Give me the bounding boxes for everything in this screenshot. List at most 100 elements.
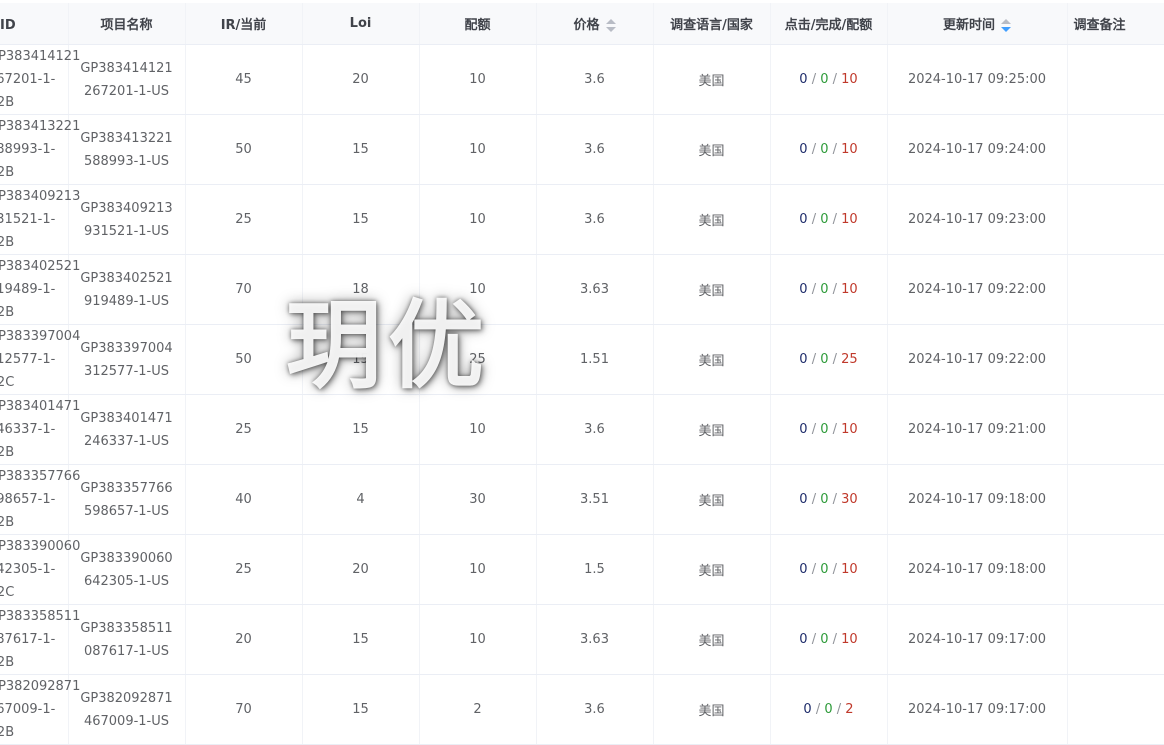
column-header-notes: 调查备注 [1067,3,1164,45]
stat-completed: 0 [820,352,829,367]
header-label-stats: 点击/完成/配额 [784,18,873,33]
column-header-name: 项目名称 [68,3,186,45]
project-id-line2: 267201-1-B2B [0,72,56,110]
cell-loi: 15 [302,394,420,465]
cell-notes [1067,534,1164,605]
cell-project-id: GP383357766 598657-1-B2B [0,464,80,535]
table-row[interactable]: GP383402521 919489-1-B2B GP383402521 91948… [0,254,1164,325]
project-id-line1: GP383390060 [0,539,81,554]
table-row[interactable]: GP383414121 267201-1-B2B GP383414121 26720… [0,44,1164,115]
cell-notes [1067,324,1164,395]
cell-notes [1067,114,1164,185]
table-row[interactable]: GP382092871 467009-1-B2B GP382092871 46700… [0,674,1164,745]
cell-country: 美国 [653,394,771,465]
cell-project-name: GP383409213 931521-1-US [68,184,186,255]
cell-project-id: GP383409213 931521-1-B2B [0,184,81,255]
cell-updated: 2024-10-17 09:17:00 [887,674,1068,745]
table-row[interactable]: GP383357766 598657-1-B2B GP383357766 59865… [0,464,1164,535]
cell-loi: 20 [302,534,420,605]
cell-stats: 0 / 0 / 10 [770,184,888,255]
project-id-line2: 588993-1-B2B [0,142,56,180]
cell-stats: 0 / 0 / 10 [770,44,888,115]
column-header-price[interactable]: 价格 [536,3,654,45]
cell-project-name: GP383358511 087617-1-US [68,604,186,675]
header-row: 项目ID 项目名称 IR/当前 Loi 配额 价格 调查语言/国家 点击/完成/… [0,3,1164,45]
project-name-line2: 588993-1-US [83,153,170,169]
cell-notes [1067,464,1164,535]
stat-quota: 10 [841,72,858,87]
cell-price: 3.63 [536,254,654,325]
stat-completed: 0 [824,702,833,717]
sort-caret-icon[interactable] [1001,18,1011,33]
cell-ir: 25 [185,394,303,465]
project-id-line2: 931521-1-B2B [0,212,56,250]
table-row[interactable]: GP383358511 087617-1-B2B GP383358511 08761… [0,604,1164,675]
cell-loi: 15 [302,114,420,185]
cell-quota: 30 [419,464,537,535]
header-label-updated: 更新时间 [942,18,995,33]
cell-project-id: GP383358511 087617-1-B2B [0,604,80,675]
cell-project-id: GP383397004 312577-1-B2C [0,324,80,395]
cell-price: 3.6 [536,184,654,255]
column-header-loi: Loi [302,3,420,45]
cell-notes [1067,394,1164,465]
project-name-line2: 267201-1-US [83,83,170,99]
cell-updated: 2024-10-17 09:17:00 [887,604,1068,675]
project-name-line2: 312577-1-US [83,363,170,379]
cell-ir: 70 [185,254,303,325]
cell-loi: 15 [302,184,420,255]
cell-quota: 10 [419,394,537,465]
table-row[interactable]: GP383390060 642305-1-B2C GP383390060 64230… [0,534,1164,605]
table-row[interactable]: GP383413221 588993-1-B2B GP383413221 58899… [0,114,1164,185]
cell-notes [1067,674,1164,745]
cell-ir: 70 [185,674,303,745]
project-id-line1: GP383402521 [0,259,81,274]
sort-caret-icon[interactable] [605,18,616,33]
cell-price: 3.51 [536,464,654,535]
cell-quota: 10 [419,534,537,605]
cell-project-name: GP383414121 267201-1-US [68,44,186,115]
stat-clicks: 0 [799,72,808,87]
cell-loi: 4 [302,464,420,535]
cell-stats: 0 / 0 / 10 [770,394,888,465]
stat-clicks: 0 [799,282,808,297]
cell-stats: 0 / 0 / 10 [770,114,888,185]
table-row[interactable]: GP383401471 246337-1-B2B GP383401471 24633… [0,394,1164,465]
cell-loi: 20 [302,44,420,115]
cell-ir: 25 [185,184,303,255]
stat-clicks: 0 [799,562,808,577]
cell-loi: 18 [302,254,420,325]
stat-clicks: 0 [799,212,808,227]
project-id-line1: GP383409213 [0,189,81,204]
cell-quota: 10 [419,604,537,675]
stat-completed: 0 [820,562,829,577]
project-name-line1: GP383414121 [80,60,173,76]
cell-price: 3.6 [536,674,654,745]
cell-loi: 15 [302,604,420,675]
cell-project-id: GP383413221 588993-1-B2B [0,114,80,185]
table-row[interactable]: GP383397004 312577-1-B2C GP383397004 31257… [0,324,1164,395]
cell-country: 美国 [653,674,771,745]
project-name-line1: GP383358511 [80,620,173,636]
project-name-line2: 467009-1-US [83,713,170,729]
stat-clicks: 0 [799,352,808,367]
header-label-notes: 调查备注 [1073,18,1126,33]
cell-country: 美国 [653,534,771,605]
cell-stats: 0 / 0 / 30 [770,464,888,535]
header-label-ir: IR/当前 [220,18,267,33]
header-label-name: 项目名称 [100,18,153,33]
project-id-line2: 642305-1-B2C [0,562,56,600]
project-name-line1: GP383401471 [80,410,173,426]
table-row[interactable]: GP383409213 931521-1-B2B GP383409213 93152… [0,184,1164,255]
project-id-line2: 087617-1-B2B [0,632,56,670]
stat-completed: 0 [820,492,829,507]
project-name-line1: GP383409213 [80,200,173,216]
column-header-updated[interactable]: 更新时间 [887,3,1068,45]
project-name-line1: GP383402521 [80,270,173,286]
column-header-quota: 配额 [419,3,537,45]
stat-clicks: 0 [799,632,808,647]
stat-quota: 10 [841,282,858,297]
cell-notes [1067,44,1164,115]
project-name-line2: 087617-1-US [83,643,170,659]
cell-project-id: GP383401471 246337-1-B2B [0,394,80,465]
